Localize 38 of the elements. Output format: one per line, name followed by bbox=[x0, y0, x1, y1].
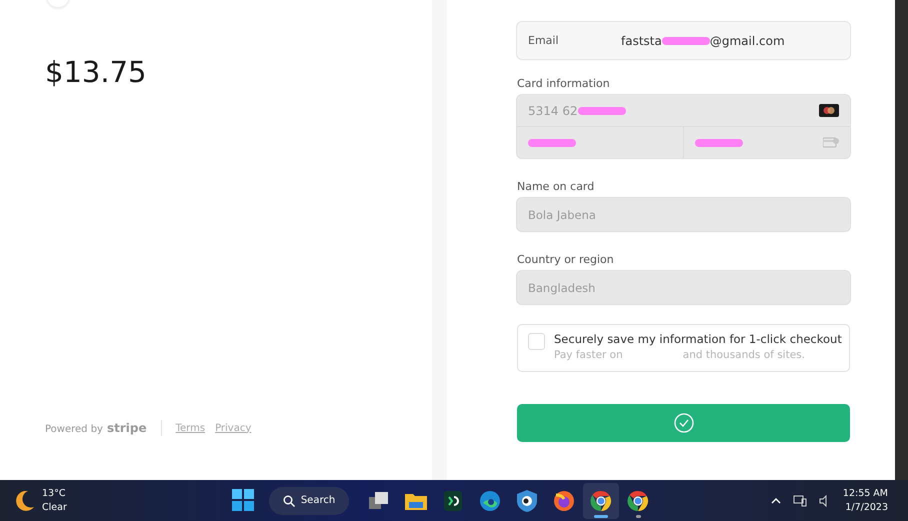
browser-icon bbox=[627, 490, 649, 512]
save-title: Securely save my information for 1-click checkout bbox=[554, 332, 842, 346]
save-checkbox[interactable] bbox=[528, 333, 545, 350]
field-label: Country or region bbox=[517, 253, 615, 266]
start-button[interactable] bbox=[231, 488, 255, 512]
search-icon bbox=[282, 494, 295, 506]
field-label: Card information bbox=[517, 77, 611, 90]
amount: $13.75 bbox=[45, 55, 148, 89]
redaction-mark bbox=[662, 37, 710, 46]
shield-icon bbox=[517, 490, 537, 512]
folder-icon bbox=[405, 492, 427, 510]
temperature: 13°C bbox=[42, 486, 66, 500]
redaction-mark bbox=[528, 138, 576, 146]
browser-icon bbox=[590, 490, 612, 512]
powered-by-text: Powered by stripe bbox=[45, 421, 147, 435]
terminal-icon bbox=[444, 490, 462, 510]
save-hint: Pay faster on bbox=[554, 349, 623, 361]
card-back-icon bbox=[823, 137, 839, 148]
search-button[interactable]: Search bbox=[269, 486, 349, 514]
footer-link[interactable]: Privacy bbox=[215, 422, 252, 434]
field-label: Name on card bbox=[517, 180, 596, 193]
save-hint: and thousands of sites. bbox=[682, 349, 805, 361]
footer-link[interactable]: Terms bbox=[176, 422, 206, 434]
check-circle-icon bbox=[674, 413, 694, 433]
taskbar-app-button[interactable] bbox=[583, 482, 619, 518]
chevron-up-icon[interactable] bbox=[770, 498, 781, 504]
email-value: faststa @gmail.com bbox=[621, 34, 785, 48]
redaction-mark bbox=[695, 138, 743, 146]
weather-condition: Clear bbox=[42, 500, 67, 514]
clock-date[interactable]: 1/7/2023 bbox=[842, 500, 888, 514]
email-label: Email bbox=[528, 34, 560, 47]
redaction-mark bbox=[578, 106, 626, 114]
moon-icon bbox=[16, 490, 34, 510]
network-icon[interactable] bbox=[792, 494, 807, 506]
card-brand-icon bbox=[819, 104, 839, 117]
clock-time[interactable]: 12:55 AM bbox=[842, 486, 888, 500]
email-field[interactable]: Email faststa @gmail.com bbox=[517, 22, 850, 59]
fox-icon bbox=[553, 490, 575, 512]
